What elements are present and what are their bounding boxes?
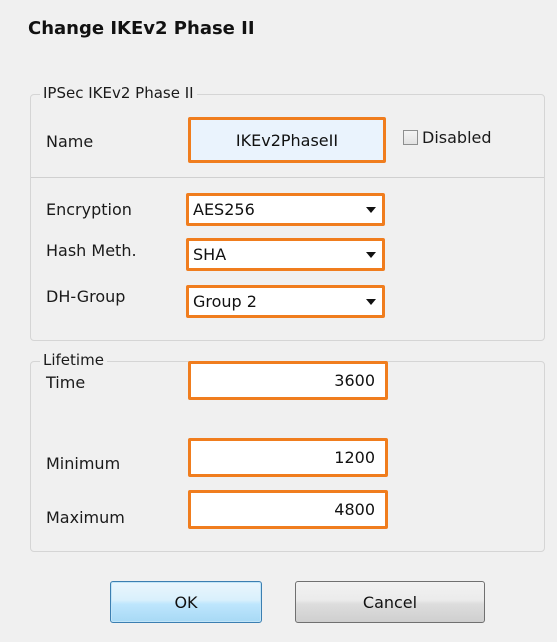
- encryption-label: Encryption: [46, 200, 132, 219]
- encryption-select[interactable]: AES256: [186, 193, 385, 226]
- ipsec-divider: [31, 177, 544, 178]
- hash-method-select[interactable]: SHA: [186, 238, 385, 271]
- dialog-title: Change IKEv2 Phase II: [28, 18, 255, 39]
- cancel-button[interactable]: Cancel: [295, 581, 485, 623]
- lifetime-group-legend: Lifetime: [40, 351, 107, 369]
- disabled-checkbox-wrap[interactable]: Disabled: [403, 128, 492, 147]
- minimum-label: Minimum: [46, 454, 121, 473]
- minimum-field[interactable]: 1200: [188, 438, 388, 477]
- disabled-checkbox[interactable]: [403, 130, 418, 145]
- hash-method-label: Hash Meth.: [46, 241, 137, 260]
- dh-group-select-value: Group 2: [193, 292, 257, 311]
- chevron-down-icon[interactable]: [360, 196, 382, 223]
- time-field[interactable]: 3600: [188, 361, 388, 400]
- dh-group-select[interactable]: Group 2: [186, 285, 385, 318]
- ipsec-group-legend: IPSec IKEv2 Phase II: [40, 84, 197, 102]
- hash-method-select-value: SHA: [193, 245, 227, 264]
- disabled-label: Disabled: [422, 128, 492, 147]
- dh-group-label: DH-Group: [46, 287, 126, 306]
- time-label: Time: [46, 373, 86, 392]
- maximum-field[interactable]: 4800: [188, 490, 388, 529]
- encryption-select-value: AES256: [193, 200, 255, 219]
- maximum-label: Maximum: [46, 508, 125, 527]
- chevron-down-icon[interactable]: [360, 288, 382, 315]
- name-field[interactable]: IKEv2PhaseII: [188, 117, 386, 163]
- ok-button[interactable]: OK: [110, 581, 262, 623]
- name-label: Name: [46, 132, 94, 151]
- chevron-down-icon[interactable]: [360, 241, 382, 268]
